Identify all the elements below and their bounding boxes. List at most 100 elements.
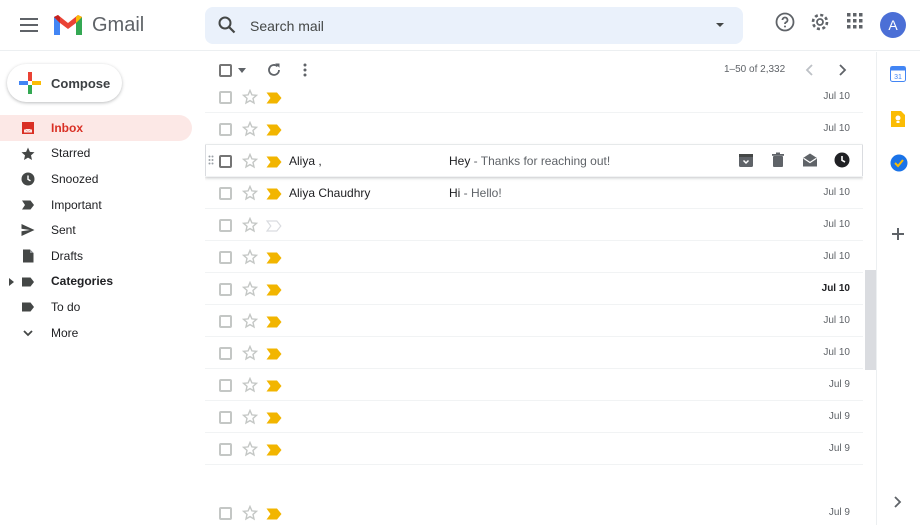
important-marker-icon[interactable] <box>266 443 282 461</box>
support-icon[interactable] <box>775 12 795 32</box>
settings-gear-icon[interactable] <box>810 12 830 32</box>
row-checkbox[interactable] <box>219 155 232 168</box>
star-icon[interactable] <box>241 184 259 206</box>
row-date: Jul 10 <box>823 315 850 326</box>
table-row[interactable]: Jul 9 <box>205 433 863 465</box>
compose-button[interactable]: Compose <box>7 64 122 102</box>
important-marker-icon[interactable] <box>265 219 282 237</box>
row-checkbox[interactable] <box>219 411 232 424</box>
row-checkbox[interactable] <box>219 315 232 328</box>
drag-handle-icon[interactable] <box>208 155 214 165</box>
star-icon[interactable] <box>241 312 259 334</box>
star-icon[interactable] <box>241 376 259 398</box>
nav-item-more[interactable]: More <box>0 320 192 346</box>
nav-item-sent[interactable]: Sent <box>0 217 192 243</box>
more-vert-icon[interactable] <box>302 62 308 78</box>
important-marker-icon[interactable] <box>266 91 282 109</box>
refresh-icon[interactable] <box>266 62 282 78</box>
snooze-clock-icon[interactable] <box>833 151 851 169</box>
row-checkbox[interactable] <box>219 91 232 104</box>
important-marker-icon[interactable] <box>266 315 282 333</box>
app-name: Gmail <box>92 13 145 36</box>
star-icon[interactable] <box>241 408 259 430</box>
star-icon[interactable] <box>241 280 259 302</box>
row-checkbox[interactable] <box>219 443 232 456</box>
search-icon[interactable] <box>218 16 236 34</box>
keep-icon[interactable] <box>890 110 906 128</box>
expand-arrow-icon[interactable] <box>9 277 15 286</box>
table-row[interactable]: Jul 10 <box>205 241 863 273</box>
row-checkbox[interactable] <box>219 379 232 392</box>
star-icon[interactable] <box>241 344 259 366</box>
archive-icon[interactable] <box>737 151 755 169</box>
nav-item-starred[interactable]: Starred <box>0 141 192 167</box>
table-row[interactable]: Jul 9 <box>205 497 863 525</box>
delete-icon[interactable] <box>769 151 787 169</box>
star-icon[interactable] <box>241 216 259 238</box>
side-panel: 31 <box>876 52 920 525</box>
star-icon[interactable] <box>241 152 259 174</box>
important-marker-icon[interactable] <box>266 187 282 205</box>
mark-as-read-icon[interactable] <box>801 151 819 169</box>
star-icon[interactable] <box>241 248 259 270</box>
row-checkbox[interactable] <box>219 283 232 296</box>
table-row[interactable]: Jul 9 <box>205 369 863 401</box>
table-row[interactable]: Jul 9 <box>205 401 863 433</box>
row-subject-line: Hey - Thanks for reaching out! <box>449 154 610 168</box>
row-sender: Aliya Chaudhry <box>289 186 371 200</box>
tasks-icon[interactable] <box>890 154 908 172</box>
select-dropdown-icon[interactable] <box>238 68 246 73</box>
table-row[interactable]: Aliya , Hey - Thanks for reaching out! <box>205 145 863 177</box>
star-icon[interactable] <box>241 88 259 110</box>
important-marker-icon[interactable] <box>266 155 282 173</box>
nav-item-snoozed[interactable]: Snoozed <box>0 166 192 192</box>
search-options-icon[interactable] <box>711 16 729 34</box>
chevron-right-icon[interactable] <box>893 496 903 508</box>
search-bar[interactable] <box>205 7 743 44</box>
row-checkbox[interactable] <box>219 187 232 200</box>
star-icon[interactable] <box>241 504 259 525</box>
gmail-m-icon <box>54 15 82 35</box>
row-subject: Hi <box>449 186 461 200</box>
star-icon[interactable] <box>241 440 259 462</box>
table-row[interactable]: Jul 10 <box>205 81 863 113</box>
row-checkbox[interactable] <box>219 251 232 264</box>
important-marker-icon[interactable] <box>266 251 282 269</box>
row-checkbox[interactable] <box>219 123 232 136</box>
table-row[interactable]: Jul 10 <box>205 113 863 145</box>
important-marker-icon[interactable] <box>266 411 282 429</box>
table-row[interactable]: Aliya Chaudhry Hi - Hello! Jul 10 <box>205 177 863 209</box>
add-icon[interactable] <box>892 228 904 240</box>
row-date: Jul 9 <box>828 443 850 454</box>
important-marker-icon[interactable] <box>266 283 282 301</box>
main-menu-button[interactable] <box>14 10 44 40</box>
nav-label: Drafts <box>51 248 84 263</box>
account-avatar[interactable]: A <box>880 12 906 38</box>
apps-grid-icon[interactable] <box>846 12 864 30</box>
chevron-left-icon[interactable] <box>803 63 817 77</box>
star-icon[interactable] <box>241 120 259 142</box>
important-marker-icon[interactable] <box>266 379 282 397</box>
row-checkbox[interactable] <box>219 219 232 232</box>
table-row[interactable]: Jul 10 <box>205 209 863 241</box>
nav-item-important[interactable]: Important <box>0 192 192 218</box>
message-list: Jul 10 Jul 10 Aliya , Hey - Thanks for reac… <box>205 81 863 525</box>
scrollbar[interactable] <box>865 270 876 370</box>
important-marker-icon[interactable] <box>266 507 282 525</box>
calendar-icon[interactable]: 31 <box>890 66 906 82</box>
chevron-right-icon[interactable] <box>835 63 849 77</box>
row-checkbox[interactable] <box>219 507 232 520</box>
nav-item-drafts[interactable]: Drafts <box>0 243 192 269</box>
table-row[interactable]: Jul 10 <box>205 305 863 337</box>
select-all-checkbox[interactable] <box>219 64 232 77</box>
nav-item-to-do[interactable]: To do <box>0 294 192 320</box>
search-input[interactable] <box>250 16 690 36</box>
important-marker-icon[interactable] <box>266 347 282 365</box>
table-row[interactable]: Jul 10 <box>205 337 863 369</box>
nav-item-inbox[interactable]: Inbox <box>0 115 192 141</box>
important-marker-icon[interactable] <box>266 123 282 141</box>
nav-item-categories[interactable]: Categories <box>0 269 192 295</box>
gmail-logo[interactable]: Gmail <box>52 13 144 37</box>
row-checkbox[interactable] <box>219 347 232 360</box>
table-row[interactable]: Jul 10 <box>205 273 863 305</box>
